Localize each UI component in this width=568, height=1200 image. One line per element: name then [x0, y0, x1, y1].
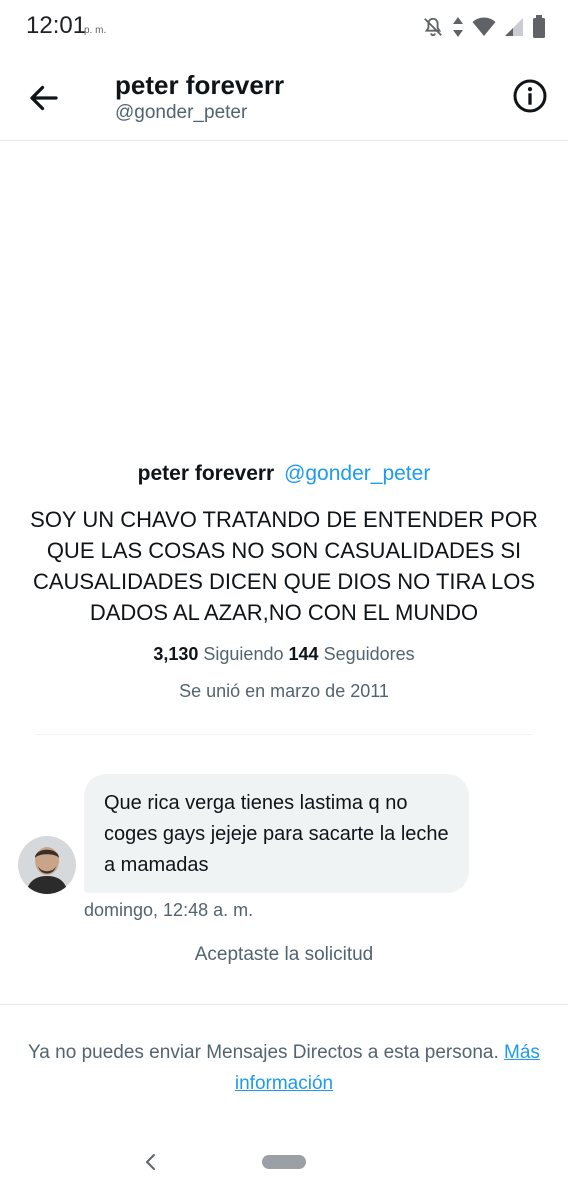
profile-stats: 3,130 Siguiendo 144 Seguidores	[0, 644, 568, 665]
status-ampm: p. m.	[84, 25, 107, 36]
footer-message: Ya no puedes enviar Mensajes Directos a …	[28, 1042, 499, 1063]
battery-icon	[533, 15, 545, 38]
profile-bio: SOY UN CHAVO TRATANDO DE ENTENDER POR QU…	[30, 507, 538, 625]
dm-disabled-footer: Ya no puedes enviar Mensajes Directos a …	[0, 1004, 568, 1099]
status-icons	[422, 14, 546, 40]
profile-divider	[36, 734, 532, 735]
profile-joined: Se unió en marzo de 2011	[179, 681, 389, 701]
followers-label[interactable]: Seguidores	[324, 644, 415, 664]
data-arrows-icon	[453, 17, 463, 37]
followers-count[interactable]: 144	[289, 644, 319, 664]
status-time: 12:01	[26, 12, 87, 39]
header-handle: @gonder_peter	[115, 102, 248, 123]
status-bar: 12:01 p. m.	[0, 0, 568, 56]
info-icon[interactable]	[512, 78, 548, 114]
message-timestamp: domingo, 12:48 a. m.	[84, 900, 254, 920]
profile-handle[interactable]: @gonder_peter	[284, 462, 430, 485]
nav-back-icon[interactable]	[140, 1150, 162, 1174]
profile-name-line: peter foreverr @gonder_peter	[0, 462, 568, 486]
avatar[interactable]	[18, 836, 76, 894]
following-label[interactable]: Siguiendo	[203, 644, 283, 664]
signal-icon	[505, 18, 523, 36]
message-bubble[interactable]: Que rica verga tienes lastima q no coges…	[84, 774, 469, 893]
footer-text-block: Ya no puedes enviar Mensajes Directos a …	[24, 1037, 544, 1099]
nav-home-pill[interactable]	[262, 1155, 306, 1169]
system-nav-bar	[0, 1138, 568, 1186]
back-arrow-icon[interactable]	[26, 80, 62, 116]
mute-bell-icon	[424, 17, 442, 37]
following-count[interactable]: 3,130	[153, 644, 198, 664]
profile-card: peter foreverr @gonder_peter SOY UN CHAV…	[0, 462, 568, 702]
header-name: peter foreverr	[115, 70, 285, 100]
conversation-header: peter foreverr @gonder_peter	[0, 56, 568, 141]
profile-name[interactable]: peter foreverr	[138, 462, 275, 485]
wifi-icon	[472, 17, 496, 36]
request-accepted-notice: Aceptaste la solicitud	[194, 944, 374, 965]
